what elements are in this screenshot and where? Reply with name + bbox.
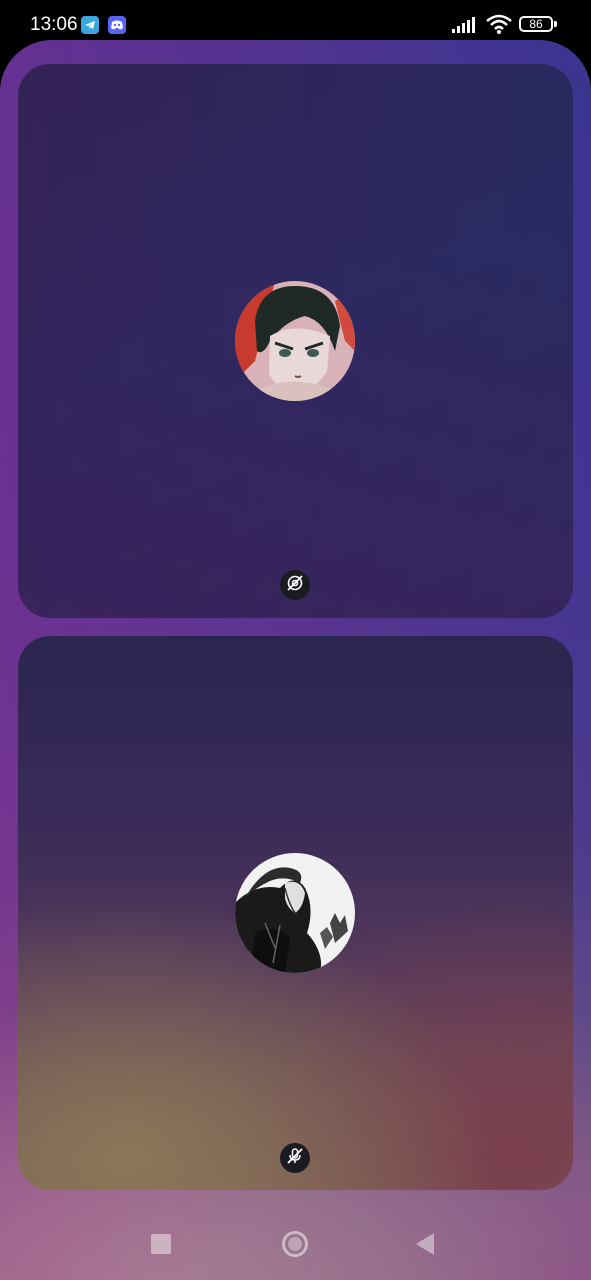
user-avatar[interactable] <box>235 853 355 973</box>
participant-tile-1[interactable] <box>18 64 573 618</box>
status-time: 13:06 <box>30 14 78 35</box>
participant-tile-2[interactable] <box>18 636 573 1190</box>
muted-badge <box>280 1143 310 1173</box>
user-avatar[interactable] <box>235 281 355 401</box>
wifi-icon <box>486 13 512 41</box>
recents-button[interactable] <box>151 1234 171 1254</box>
battery-indicator: 86 <box>519 16 557 32</box>
system-navigation-bar <box>0 1215 591 1275</box>
discord-icon <box>108 16 126 34</box>
camera-off-badge <box>280 570 310 600</box>
telegram-icon <box>81 16 99 34</box>
back-button[interactable] <box>416 1233 434 1255</box>
video-off-icon <box>285 573 305 598</box>
mic-off-icon <box>285 1146 305 1171</box>
call-screen <box>0 40 591 1280</box>
home-button[interactable] <box>282 1231 308 1257</box>
signal-icon <box>452 16 478 40</box>
